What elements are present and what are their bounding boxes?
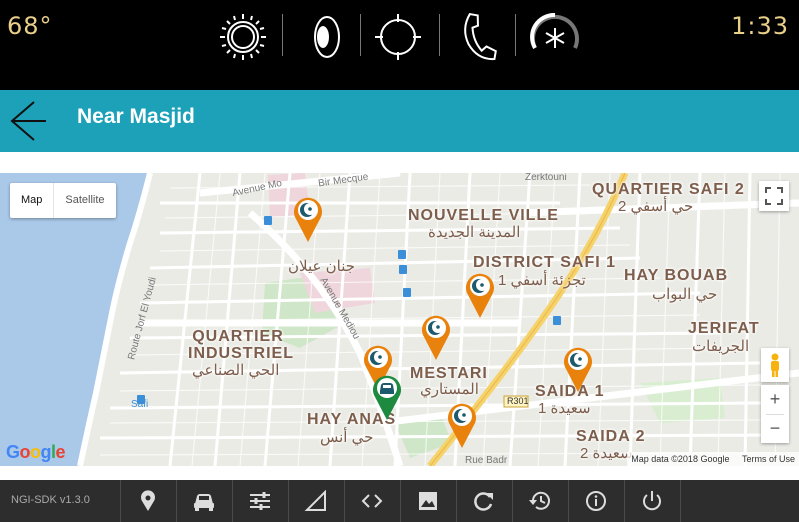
district-label: HAY BOUAB bbox=[624, 267, 729, 284]
district-label-arabic: سعيدة 2 bbox=[580, 445, 633, 462]
navigation-crosshair-icon[interactable] bbox=[371, 10, 425, 64]
district-label: JERIFAT bbox=[688, 320, 760, 337]
info-icon bbox=[586, 491, 606, 511]
car-icon bbox=[194, 494, 214, 511]
map-type-control: Map Satellite bbox=[10, 183, 116, 218]
district-label-arabic: المستاري bbox=[420, 381, 479, 398]
zoom-in-button[interactable]: + bbox=[761, 385, 789, 414]
refresh-button[interactable] bbox=[456, 480, 512, 522]
map-type-satellite-button[interactable]: Satellite bbox=[54, 183, 115, 218]
bottom-toolbar: NGI-SDK v1.3.0 bbox=[0, 480, 799, 522]
district-label-arabic: سعيدة 1 bbox=[538, 400, 591, 417]
mosque-pin-icon[interactable] bbox=[292, 195, 324, 243]
district-label-arabic: تجزئة أسفي 1 bbox=[498, 272, 586, 289]
app-root: 68° 1:33 Near Masjid Map Satellite NOUVE… bbox=[0, 0, 799, 522]
mosque-pin-icon[interactable] bbox=[464, 271, 496, 319]
map-view[interactable]: Map Satellite NOUVELLE VILLE المدينة الج… bbox=[0, 173, 799, 466]
mosque-pin-icon[interactable] bbox=[420, 313, 452, 361]
road-shield-label: R301 bbox=[507, 396, 529, 406]
power-icon bbox=[643, 491, 661, 511]
district-label: DISTRICT SAFI 1 bbox=[473, 254, 617, 271]
sun-icon[interactable] bbox=[216, 10, 270, 64]
sdk-version-label: NGI-SDK v1.3.0 bbox=[11, 494, 90, 506]
road-label: Rue Badr bbox=[465, 455, 508, 466]
map-attribution: Map data ©2018 Google Terms of Use bbox=[627, 452, 799, 466]
history-button[interactable] bbox=[512, 480, 568, 522]
settings-sliders-button[interactable] bbox=[232, 480, 288, 522]
code-icon bbox=[361, 494, 383, 508]
image-button[interactable] bbox=[400, 480, 456, 522]
clock-readout: 1:33 bbox=[731, 12, 789, 40]
district-label-arabic: حي البواب bbox=[652, 286, 718, 303]
street-view-pegman-icon[interactable] bbox=[761, 348, 789, 382]
signal-button[interactable] bbox=[288, 480, 344, 522]
map-type-map-button[interactable]: Map bbox=[10, 183, 55, 218]
current-location-car-pin-icon[interactable] bbox=[371, 373, 403, 421]
fullscreen-icon[interactable] bbox=[759, 181, 789, 211]
power-button[interactable] bbox=[624, 480, 680, 522]
temperature-readout: 68° bbox=[7, 12, 53, 40]
terms-of-use-link[interactable]: Terms of Use bbox=[742, 454, 795, 464]
info-button[interactable] bbox=[568, 480, 624, 522]
district-label: QUARTIER INDUSTRIEL bbox=[188, 328, 294, 362]
district-label-arabic: الحي الصناعي bbox=[192, 362, 280, 379]
google-logo: Google bbox=[6, 442, 66, 462]
toolbar-divider bbox=[680, 480, 681, 522]
district-label-arabic: جنان عيلان bbox=[288, 258, 355, 275]
district-label-arabic: حي أسفي 2 bbox=[618, 198, 694, 215]
location-button[interactable] bbox=[120, 480, 176, 522]
status-divider bbox=[515, 14, 516, 56]
map-base-layer bbox=[0, 173, 799, 466]
zoom-control: + − bbox=[761, 385, 789, 443]
zoom-out-button[interactable]: − bbox=[761, 414, 789, 443]
status-divider bbox=[360, 14, 361, 56]
car-button[interactable] bbox=[176, 480, 232, 522]
status-divider bbox=[439, 14, 440, 56]
image-icon bbox=[419, 492, 437, 510]
district-label-arabic: الجريفات bbox=[692, 338, 750, 355]
road-label: Zerktouni bbox=[525, 173, 567, 183]
status-bar: 68° 1:33 bbox=[0, 0, 799, 90]
page-title: Near Masjid bbox=[77, 105, 195, 128]
mosque-pin-icon[interactable] bbox=[446, 401, 478, 449]
status-divider bbox=[282, 14, 283, 56]
refresh-icon bbox=[474, 492, 493, 511]
sliders-icon bbox=[250, 492, 270, 510]
place-label: Safi bbox=[131, 399, 149, 410]
signal-icon bbox=[304, 490, 326, 511]
map-data-credit: Map data ©2018 Google bbox=[631, 454, 730, 464]
district-label-arabic: المدينة الجديدة bbox=[428, 224, 521, 241]
speaker-icon[interactable] bbox=[297, 10, 351, 64]
phone-icon[interactable] bbox=[452, 10, 506, 64]
climate-snowflake-icon[interactable] bbox=[528, 10, 582, 64]
history-icon bbox=[529, 491, 550, 510]
title-bar: Near Masjid bbox=[0, 90, 799, 152]
code-button[interactable] bbox=[344, 480, 400, 522]
zoom-divider bbox=[766, 414, 784, 415]
back-arrow-icon[interactable] bbox=[8, 98, 48, 144]
district-label-arabic: حي أنس bbox=[320, 429, 374, 446]
location-pin-icon bbox=[141, 490, 155, 511]
mosque-pin-icon[interactable] bbox=[562, 345, 594, 393]
